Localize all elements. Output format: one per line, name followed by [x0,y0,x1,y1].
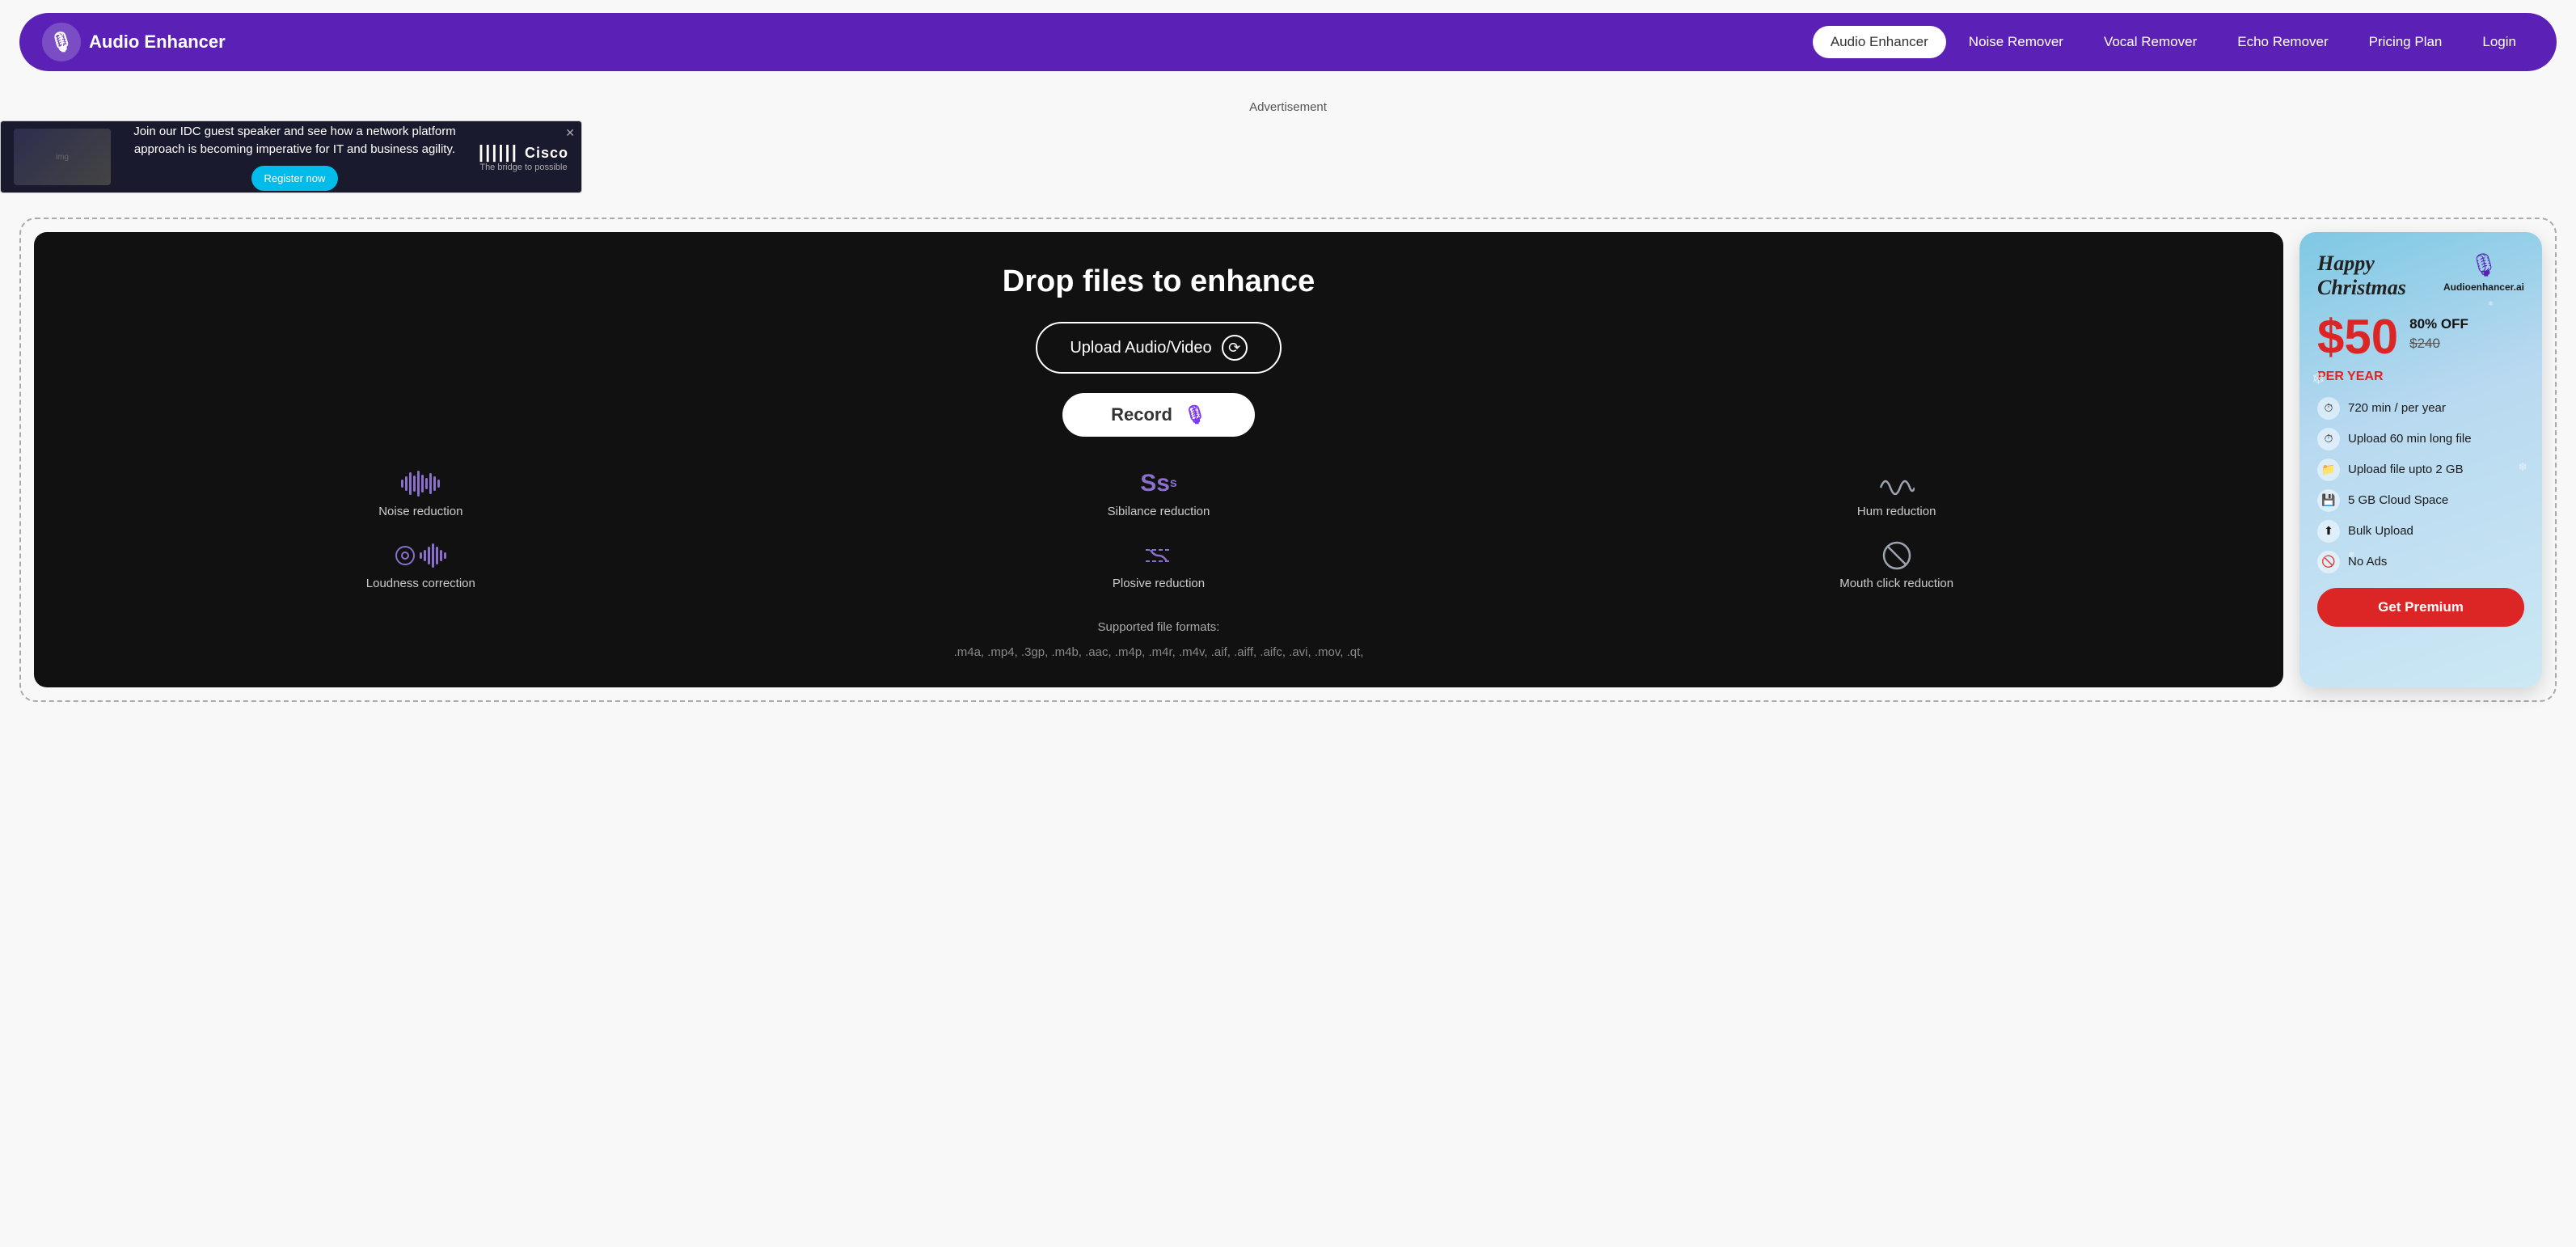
feature-mouth-click-reduction: Mouth click reduction [1535,541,2257,590]
nav-links: Audio Enhancer Noise Remover Vocal Remov… [1813,26,2534,58]
promo-feature-2: 📁 Upload file upto 2 GB [2317,459,2524,481]
nav-link-echo-remover[interactable]: Echo Remover [2219,26,2346,58]
mic-icon: 🎙 [1184,404,1206,425]
features-grid: Noise reduction Sss Sibilance reduction [60,469,2257,590]
sibilance-icon: Sss [1140,469,1177,498]
record-button-label: Record [1111,404,1172,425]
promo-card: ❄ ❄ ❄ ❄ HappyChristmas 🎙 Audioenhancer.a… [2299,232,2542,687]
get-premium-button[interactable]: Get Premium [2317,588,2524,627]
promo-header: HappyChristmas 🎙 Audioenhancer.ai [2317,252,2524,300]
formats-section: Supported file formats: .m4a, .mp4, .3gp… [954,616,1364,663]
logo-icon: 🎙 [42,23,81,61]
feature-text-3: 5 GB Cloud Space [2348,493,2448,507]
nav-link-noise-remover[interactable]: Noise Remover [1951,26,2081,58]
feature-sibilance-reduction: Sss Sibilance reduction [798,469,1520,518]
mouth-click-reduction-label: Mouth click reduction [1839,577,1953,590]
promo-logo-icon: 🎙 [2469,252,2498,278]
feature-text-0: 720 min / per year [2348,401,2446,415]
upload-icon: ⟳ [1222,335,1248,361]
hum-icon [1879,469,1915,498]
noise-reduction-icon [401,469,440,498]
feature-hum-reduction: Hum reduction [1535,469,2257,518]
feature-icon-0: ⏱ [2317,397,2340,420]
promo-price-row: $50 80% OFF $240 [2317,313,2524,361]
formats-label: Supported file formats: [954,616,1364,638]
promo-price-details: 80% OFF $240 [2409,313,2468,352]
nav-link-audio-enhancer[interactable]: Audio Enhancer [1813,26,1946,58]
feature-icon-5: 🚫 [2317,551,2340,573]
promo-feature-0: ⏱ 720 min / per year [2317,397,2524,420]
plosive-icon [1142,541,1175,570]
nav-link-pricing-plan[interactable]: Pricing Plan [2351,26,2460,58]
sibilance-reduction-label: Sibilance reduction [1108,505,1210,518]
nav-link-vocal-remover[interactable]: Vocal Remover [2086,26,2215,58]
upload-panel: Drop files to enhance Upload Audio/Video… [34,232,2283,687]
loudness-correction-label: Loudness correction [366,577,475,590]
ad-image: img [14,129,111,185]
promo-discount: 80% OFF [2409,316,2468,332]
formats-text: .m4a, .mp4, .3gp, .m4b, .aac, .m4p, .m4r… [954,641,1364,663]
ad-copy: Join our IDC guest speaker and see how a… [127,123,462,159]
drop-title: Drop files to enhance [1003,264,1315,299]
noise-reduction-label: Noise reduction [378,505,462,518]
ad-brand: |||||| Cisco The bridge to possible [479,142,568,172]
navbar: 🎙 Audio Enhancer Audio Enhancer Noise Re… [19,13,2557,71]
loudness-icon [395,541,446,570]
nav-logo: 🎙 Audio Enhancer [42,23,226,61]
hum-reduction-label: Hum reduction [1857,505,1936,518]
promo-feature-4: ⬆ Bulk Upload [2317,520,2524,543]
logo-text: Audio Enhancer [89,32,226,53]
feature-plosive-reduction: Plosive reduction [798,541,1520,590]
promo-logo-text: Audioenhancer.ai [2443,281,2524,293]
ad-close-button[interactable]: ✕ [565,126,575,140]
ad-register-button[interactable]: Register now [251,166,339,192]
feature-text-1: Upload 60 min long file [2348,432,2472,446]
promo-features-list: ⏱ 720 min / per year ⏱ Upload 60 min lon… [2317,397,2524,573]
record-button[interactable]: Record 🎙 [1062,393,1255,437]
ad-label: Advertisement [0,100,2576,114]
nav-link-login[interactable]: Login [2464,26,2534,58]
promo-logo: 🎙 Audioenhancer.ai [2443,252,2524,293]
dashed-wrapper: Drop files to enhance Upload Audio/Video… [19,218,2557,702]
feature-loudness-correction: Loudness correction [60,541,782,590]
promo-price: $50 [2317,313,2398,361]
feature-icon-2: 📁 [2317,459,2340,481]
ad-banner[interactable]: img Join our IDC guest speaker and see h… [0,120,582,193]
feature-icon-3: 💾 [2317,489,2340,512]
promo-original-price: $240 [2409,336,2468,352]
feature-icon-1: ⏱ [2317,428,2340,450]
plosive-reduction-label: Plosive reduction [1113,577,1205,590]
feature-text-2: Upload file upto 2 GB [2348,463,2464,476]
feature-text-4: Bulk Upload [2348,524,2413,538]
upload-button[interactable]: Upload Audio/Video ⟳ [1036,322,1281,374]
promo-per-year: PER YEAR [2317,370,2524,384]
promo-feature-5: 🚫 No Ads [2317,551,2524,573]
promo-feature-1: ⏱ Upload 60 min long file [2317,428,2524,450]
feature-noise-reduction: Noise reduction [60,469,782,518]
ad-text-block: Join our IDC guest speaker and see how a… [127,123,462,192]
feature-icon-4: ⬆ [2317,520,2340,543]
upload-button-label: Upload Audio/Video [1070,339,1211,357]
cisco-sub: The bridge to possible [479,163,567,172]
main-content: Drop files to enhance Upload Audio/Video… [0,201,2576,718]
feature-text-5: No Ads [2348,555,2387,569]
cisco-logo: |||||| Cisco [479,142,568,163]
mouth-click-icon [1882,541,1911,570]
xmas-text: HappyChristmas [2317,252,2406,300]
promo-feature-3: 💾 5 GB Cloud Space [2317,489,2524,512]
advertisement-section: Advertisement img Join our IDC guest spe… [0,84,2576,201]
